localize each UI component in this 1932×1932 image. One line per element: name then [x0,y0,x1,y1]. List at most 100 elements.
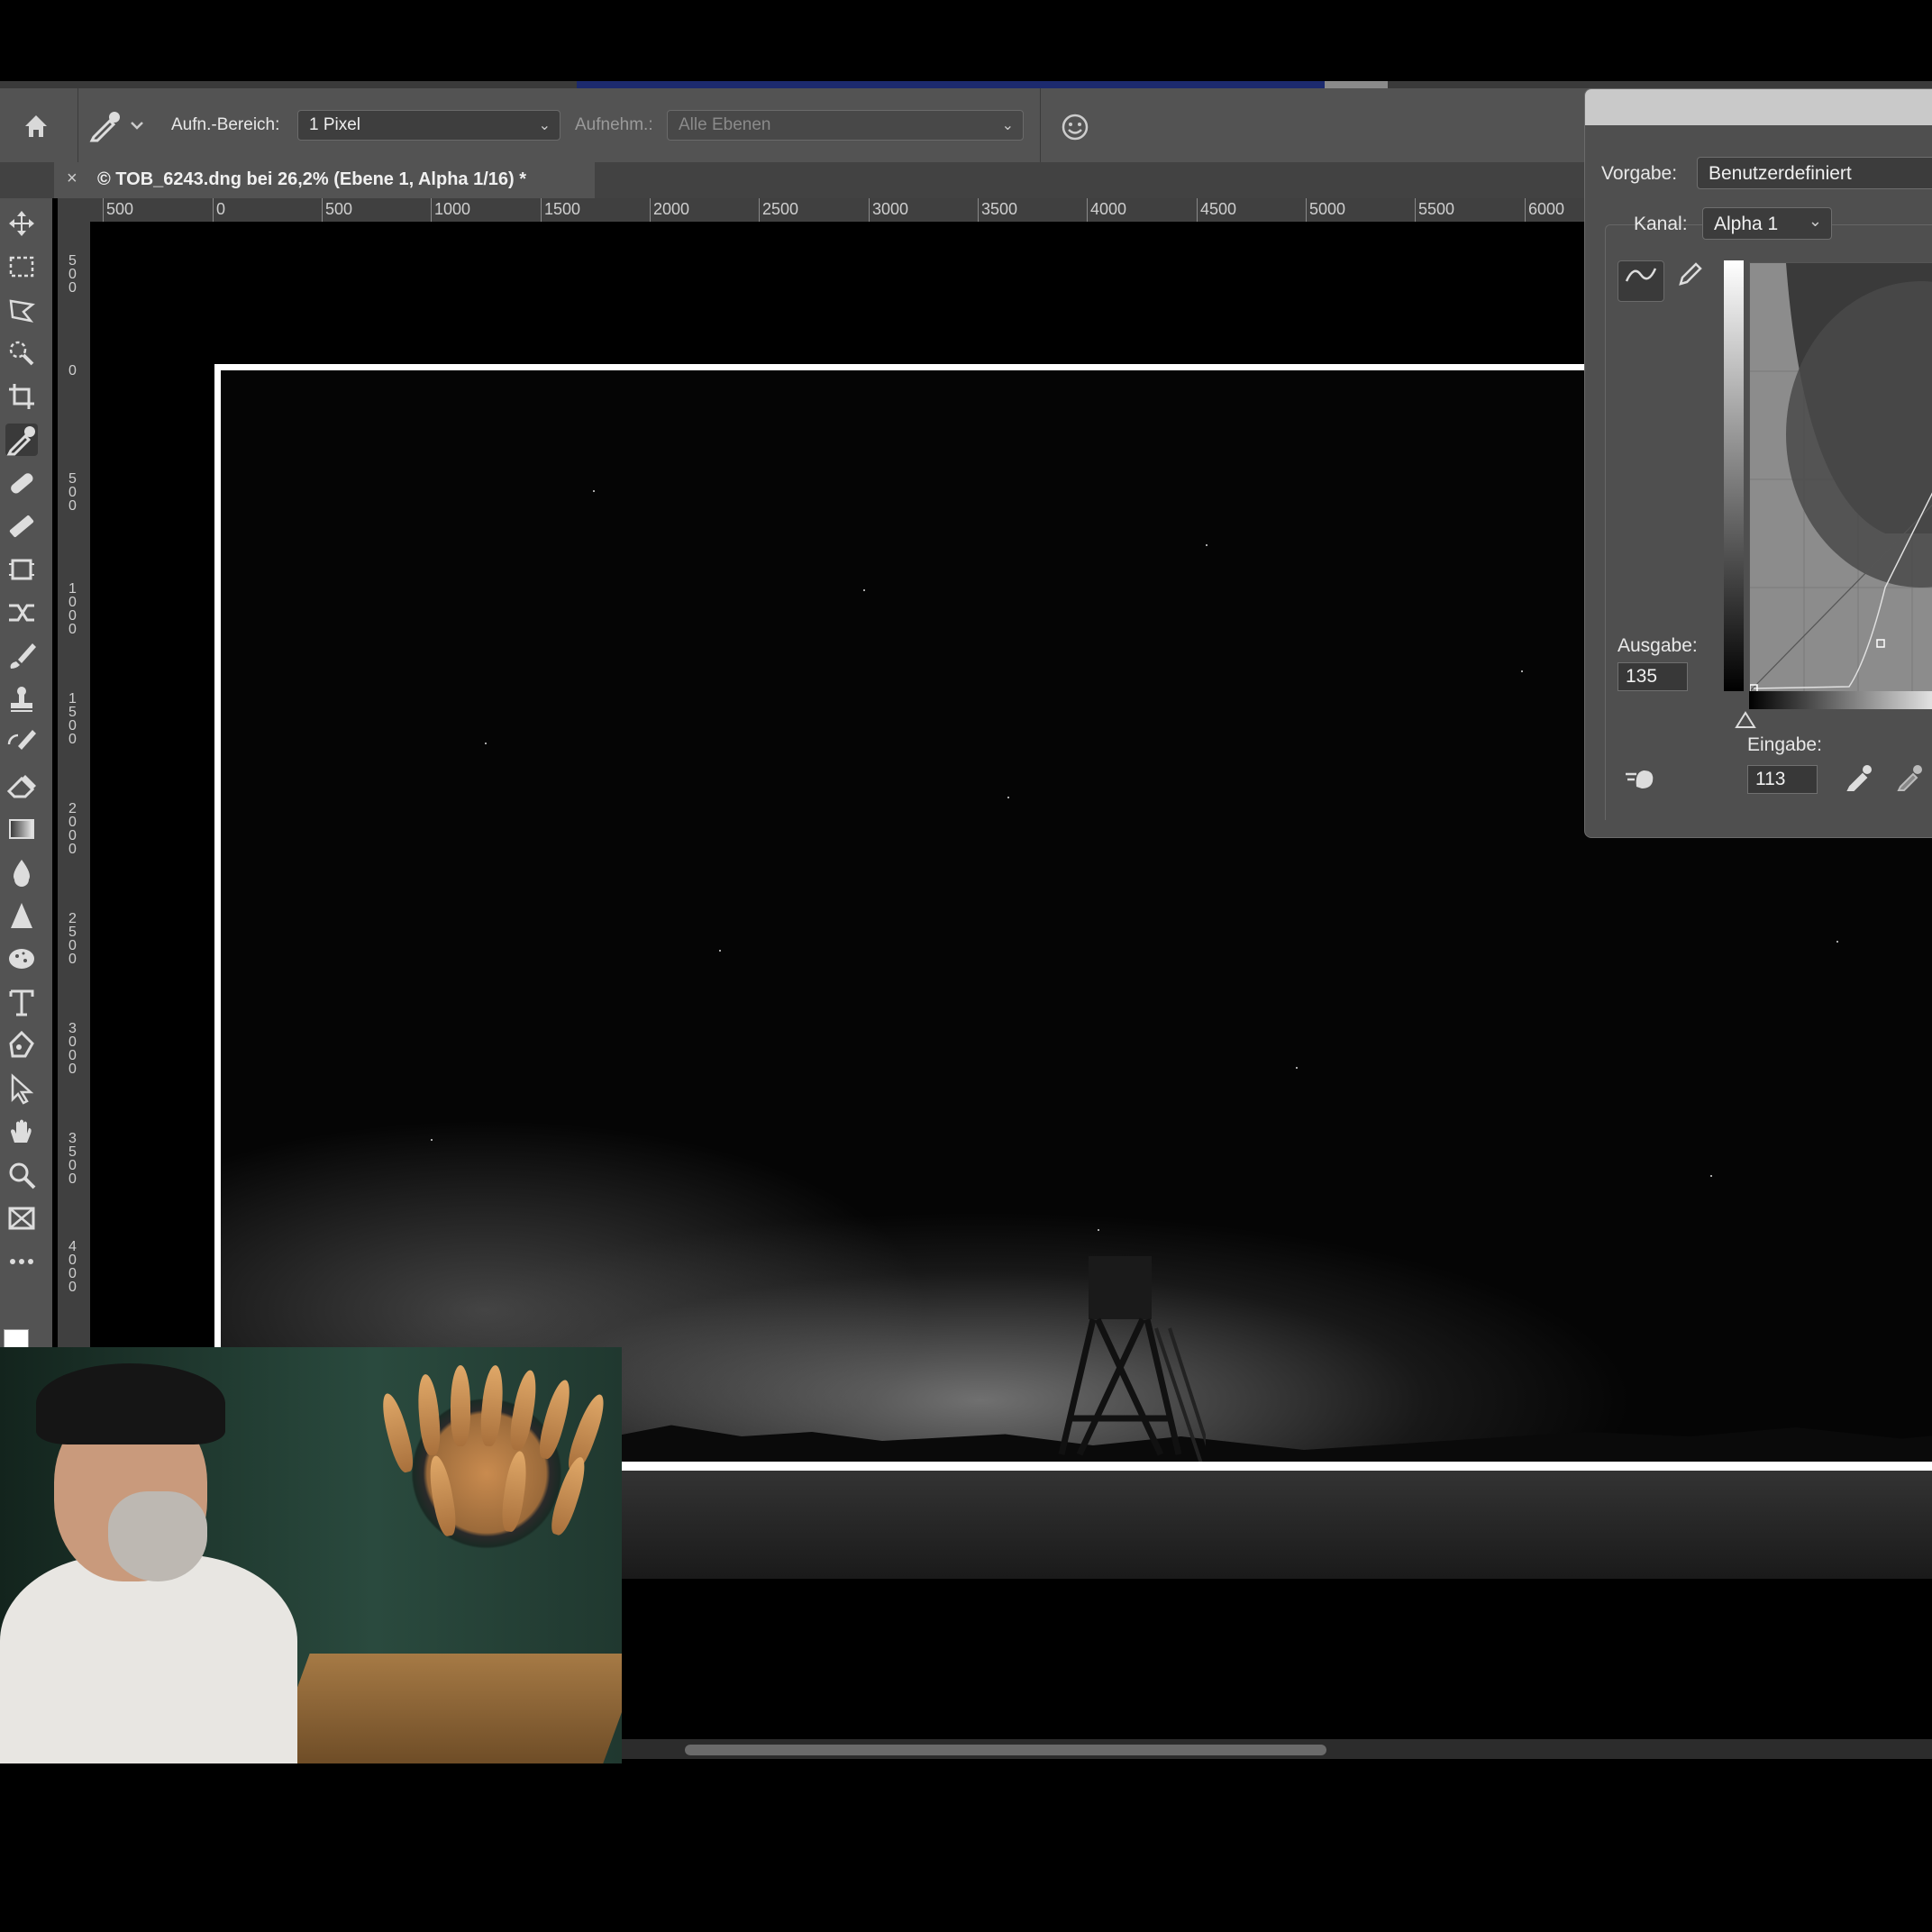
more-tools-button[interactable] [5,1245,38,1278]
on-image-adjust-button[interactable] [1618,761,1663,801]
channel-value: Alpha 1 [1714,214,1779,234]
ruler-label: 5000 [1309,200,1346,218]
home-icon [25,115,47,137]
quick-select-icon [9,341,34,366]
quick-select-tool[interactable] [5,337,38,369]
crop-icon [9,384,34,409]
ruler-label: 0 [216,200,226,218]
ruler-label: 2000 [68,801,77,857]
ruler-label: 3500 [68,1131,77,1187]
pencil-mode-button[interactable] [1668,260,1713,300]
brush-icon [10,643,36,669]
healing-tool[interactable] [5,467,38,499]
ruler-label: 1000 [434,200,471,218]
channel-label: Kanal: [1634,214,1688,234]
ruler-label: 2500 [68,911,77,967]
blur-icon [14,860,30,887]
blur-tool[interactable] [5,856,38,889]
crop-tool[interactable] [5,380,38,413]
input-gradient [1749,691,1932,709]
transform-tool[interactable] [5,553,38,586]
black-point-slider[interactable] [1735,711,1756,729]
sharpen-tool[interactable] [5,899,38,932]
marquee-icon [9,256,34,278]
document-tab[interactable]: × © TOB_6243.dng bei 26,2% (Ebene 1, Alp… [54,162,595,198]
lasso-tool[interactable] [5,294,38,326]
input-field[interactable]: 113 [1747,765,1818,794]
divider [77,88,78,162]
sponge-icon [9,949,34,969]
tool-preset-picker[interactable] [87,108,146,142]
zoom-icon [9,1162,36,1189]
sample-value: Alle Ebenen [679,115,771,134]
curves-graph[interactable] [1749,262,1932,692]
hand-tool[interactable] [5,1116,38,1148]
ruler-label: 1500 [68,691,77,747]
ruler-label: 2500 [762,200,799,218]
scrollbar-thumb[interactable] [685,1745,1326,1755]
path-selection-tool[interactable] [5,1072,38,1105]
home-button[interactable] [20,110,52,142]
eyedropper-tool-icon [6,426,35,456]
ruler-label: 5500 [1418,200,1455,218]
dialog-titlebar[interactable] [1585,89,1932,125]
pen-tool[interactable] [5,1029,38,1062]
marquee-tool[interactable] [5,251,38,283]
document-title: © TOB_6243.dng bei 26,2% (Ebene 1, Alpha… [97,169,527,189]
curve-point-mode-button[interactable] [1618,260,1664,302]
gradient-icon [9,819,34,839]
patch-tool[interactable] [5,510,38,542]
type-icon [9,989,34,1016]
ruler-label: 4500 [1200,200,1237,218]
ruler-label: 6000 [1528,200,1565,218]
sponge-tool[interactable] [5,943,38,975]
window-strip-segment [577,81,1325,88]
ruler-label: 4000 [1090,200,1127,218]
frame-tool[interactable] [5,1202,38,1235]
preset-select[interactable]: Benutzerdefiniert [1697,157,1932,189]
preset-label: Vorgabe: [1601,163,1678,184]
ruler-label: 0 [68,363,77,378]
eyedropper-tool[interactable] [5,424,38,456]
show-sampling-ring-button[interactable] [1060,112,1090,142]
brush-tool[interactable] [5,640,38,672]
stamp-tool[interactable] [5,683,38,715]
sample-size-select[interactable]: 1 Pixel ⌄ [297,110,560,141]
stamp-icon [11,687,32,712]
curves-dialog: Vorgabe: Benutzerdefiniert Kanal: Alpha … [1584,88,1932,838]
sample-select[interactable]: Alle Ebenen ⌄ [667,110,1024,141]
ruler-label: 500 [106,200,134,218]
more-icon [10,1259,33,1264]
curves-plot [1750,263,1932,691]
zoom-tool[interactable] [5,1159,38,1191]
gradient-tool[interactable] [5,813,38,845]
webcam-overlay [0,1347,622,1763]
sample-label: Aufnehm.: [575,115,653,134]
hand-icon [11,1119,32,1143]
sharpen-icon [11,903,32,928]
frame-icon [8,1207,35,1230]
type-tool[interactable] [5,986,38,1018]
patch-icon [9,515,34,538]
pen-icon [9,1030,34,1058]
app-top-strip [0,81,1932,88]
history-brush-tool[interactable] [5,726,38,759]
ruler-label: 3500 [981,200,1018,218]
output-gradient [1724,260,1744,691]
gray-eyedropper-button[interactable] [1888,761,1932,801]
channel-select[interactable]: Alpha 1 ⌄ [1702,207,1832,240]
content-aware-move-tool[interactable] [5,597,38,629]
desk [267,1654,622,1763]
output-label: Ausgabe: [1618,635,1698,656]
ruler-label: 4000 [68,1239,77,1295]
eraser-tool[interactable] [5,770,38,802]
eyedropper-icon [89,112,143,142]
output-field[interactable]: 135 [1618,662,1688,691]
close-tab-button[interactable]: × [67,169,77,189]
person-cap [36,1363,225,1444]
history-brush-icon [7,730,36,750]
black-eyedropper-button[interactable] [1837,761,1882,801]
input-label: Eingabe: [1747,734,1822,755]
move-tool[interactable] [5,207,38,240]
transform-icon [9,559,34,580]
